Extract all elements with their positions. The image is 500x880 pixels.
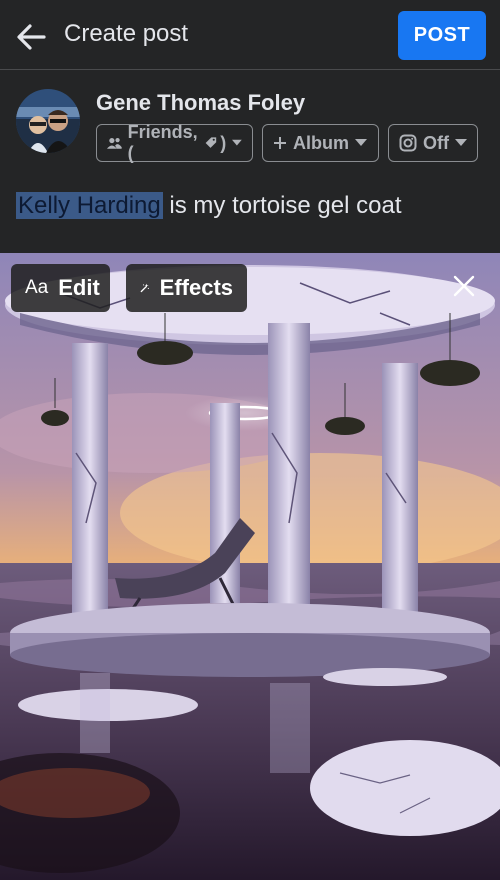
arrow-left-icon	[17, 24, 46, 50]
post-text: is my tortoise gel coat	[162, 192, 402, 219]
mention-tag[interactable]: Kelly Harding	[16, 192, 163, 219]
chevron-down-icon	[355, 139, 367, 146]
gazebo-scene-image	[0, 253, 500, 880]
post-button[interactable]: POST	[398, 11, 486, 60]
avatar-photo	[16, 89, 80, 153]
edit-photo-button[interactable]: Aa Edit	[11, 264, 110, 312]
attached-photo[interactable]	[0, 253, 500, 880]
audience-selector[interactable]: Friends, ( )	[96, 122, 253, 163]
page-title: Create post	[64, 20, 189, 47]
album-selector[interactable]: Album	[262, 124, 379, 162]
edit-label: Edit	[58, 275, 100, 300]
audience-label: Friends, (	[127, 122, 198, 163]
user-name: Gene Thomas Foley	[96, 90, 306, 115]
chevron-down-icon	[455, 139, 467, 146]
post-text-field[interactable]: Kelly Harding is my tortoise gel coat	[16, 192, 402, 220]
top-bar: Create post POST	[0, 0, 500, 70]
remove-photo-button[interactable]	[450, 272, 478, 300]
album-label: Album	[293, 132, 349, 153]
text-style-icon: Aa	[25, 277, 49, 298]
plus-icon	[274, 137, 286, 149]
instagram-icon	[399, 134, 417, 152]
chevron-down-icon	[232, 139, 243, 146]
friends-icon	[107, 137, 122, 149]
audience-close-paren: )	[220, 132, 227, 153]
effects-button[interactable]: Effects	[126, 264, 247, 312]
back-button[interactable]	[14, 19, 50, 55]
effects-label: Effects	[159, 275, 233, 300]
instagram-label: Off	[423, 132, 449, 153]
close-icon	[453, 275, 475, 297]
magic-wand-icon	[140, 283, 149, 293]
instagram-selector[interactable]: Off	[388, 124, 478, 162]
tag-icon	[205, 137, 216, 148]
avatar[interactable]	[16, 89, 80, 153]
